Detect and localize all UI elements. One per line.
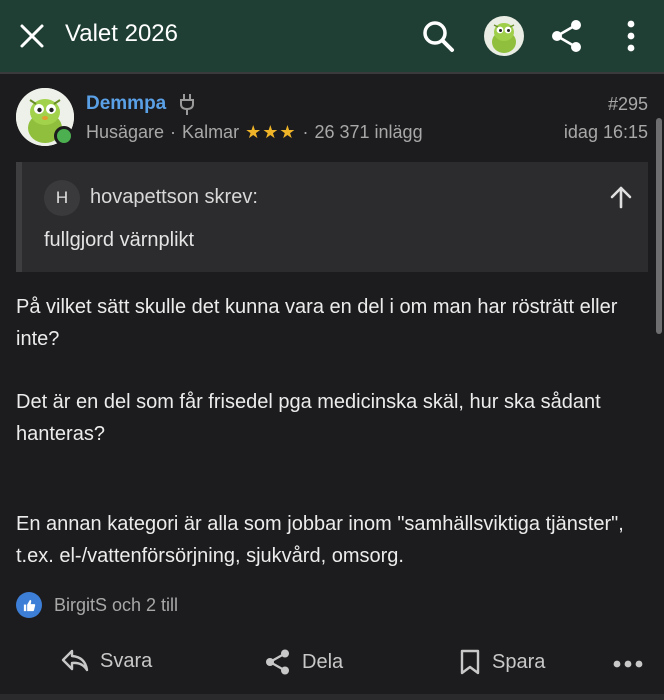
more-vertical-icon[interactable]: [620, 18, 642, 54]
author-name[interactable]: Demmpa: [86, 93, 166, 115]
reply-button[interactable]: Svara: [60, 648, 152, 674]
plug-icon: [180, 94, 194, 115]
bottom-divider: [0, 694, 664, 700]
author-role: Husägare: [86, 122, 165, 142]
reaction-summary[interactable]: BirgitS och 2 till: [16, 592, 178, 618]
post-timestamp: idag 16:15: [563, 122, 648, 142]
search-icon[interactable]: [420, 18, 456, 54]
post-paragraph: På vilket sätt skulle det kunna vara en …: [16, 296, 618, 350]
author-location: Kalmar: [182, 122, 240, 142]
meta-separator: ·: [170, 122, 177, 142]
save-button[interactable]: Spara: [458, 648, 545, 676]
header-divider: [0, 72, 664, 74]
share-button[interactable]: Dela: [264, 648, 343, 676]
post-actions: Svara Dela Spara: [0, 640, 664, 688]
post-paragraph: En annan kategori är alla som jobbar ino…: [16, 513, 624, 567]
arrow-up-icon[interactable]: [608, 184, 634, 210]
close-icon[interactable]: [18, 22, 46, 50]
reaction-text: BirgitS och 2 till: [54, 594, 179, 615]
page-title: Valet 2026: [65, 20, 178, 47]
scrollbar[interactable]: [656, 118, 662, 334]
post-number[interactable]: #295: [608, 94, 648, 115]
quote-author[interactable]: hovapettson skrev:: [90, 186, 258, 209]
reply-icon: [61, 649, 89, 672]
quote-text: fullgjord värnplikt: [44, 229, 195, 251]
reply-label: Svara: [100, 649, 153, 672]
rating-stars: ★★★: [245, 122, 297, 142]
share-label: Dela: [302, 650, 344, 673]
author-meta: Husägare · Kalmar ★★★ · 26 371 inlägg: [86, 122, 423, 143]
quote-block: H hovapettson skrev: fullgjord värnplikt: [16, 162, 648, 272]
post-paragraph: Det är en del som får frisedel pga medic…: [16, 391, 601, 445]
more-horizontal-icon[interactable]: [612, 654, 644, 674]
bookmark-icon: [460, 649, 480, 675]
meta-separator: ·: [302, 122, 309, 142]
online-indicator: [54, 126, 74, 146]
like-icon: [16, 592, 42, 618]
save-label: Spara: [492, 650, 546, 673]
post-count: 26 371 inlägg: [314, 122, 423, 142]
avatar-image: [492, 23, 516, 53]
user-avatar-button[interactable]: [484, 16, 524, 56]
share-icon: [266, 649, 289, 675]
quote-author-avatar[interactable]: H: [44, 180, 80, 216]
top-app-bar: Valet 2026: [0, 0, 664, 72]
share-icon[interactable]: [550, 18, 584, 54]
